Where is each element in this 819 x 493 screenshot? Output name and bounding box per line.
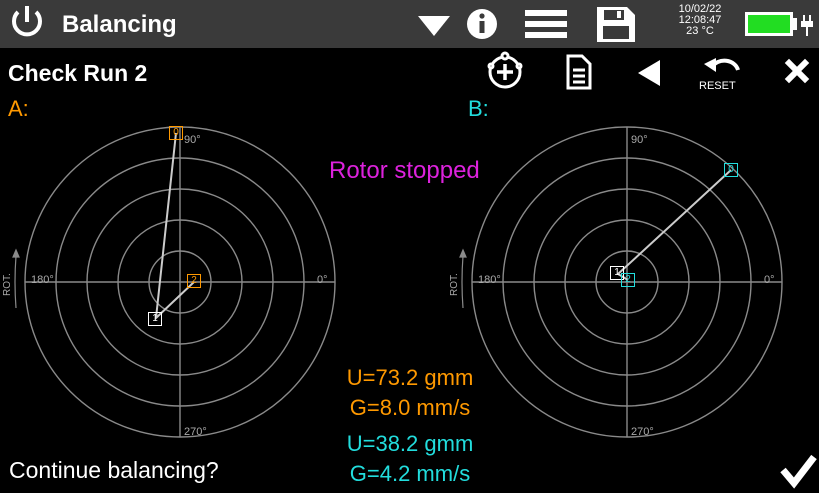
vector-path-a	[154, 132, 195, 321]
continue-prompt: Continue balancing?	[9, 457, 219, 483]
plane-a-axis-90: 90°	[184, 134, 201, 146]
plane-b-result-g: G=4.2 mm/s	[349, 461, 471, 486]
plane-a-result-g: G=8.0 mm/s	[349, 395, 471, 420]
add-rotor-icon[interactable]	[487, 51, 523, 89]
power-icon[interactable]	[12, 6, 42, 37]
document-icon[interactable]	[566, 54, 592, 90]
rot-arrow-b	[459, 248, 467, 309]
plane-a-result-u: U=73.2 gmm	[346, 365, 474, 390]
plane-b-result-u: U=38.2 gmm	[346, 431, 474, 456]
info-icon[interactable]	[467, 9, 497, 39]
reset-icon[interactable]	[704, 58, 740, 72]
vector-path-b	[616, 169, 732, 281]
back-icon[interactable]	[638, 60, 660, 86]
confirm-check-icon[interactable]	[780, 454, 817, 489]
datetime-block: 10/02/22 12:08:47 23 °C	[665, 4, 735, 37]
reset-label[interactable]: RESET	[699, 80, 736, 92]
temperature-text: 23 °C	[686, 25, 714, 37]
plane-b-axis-180: 180°	[478, 274, 501, 286]
battery-icon	[745, 12, 797, 36]
polar-plot-a	[24, 126, 336, 438]
plane-a-label: A:	[8, 96, 29, 121]
plane-a-marker-0: 0	[169, 126, 183, 140]
close-icon[interactable]	[784, 58, 810, 84]
rotor-status: Rotor stopped	[329, 157, 480, 184]
run-title: Check Run 2	[8, 60, 148, 86]
plane-a-axis-0: 0°	[317, 274, 328, 286]
plane-a-axis-180: 180°	[31, 274, 54, 286]
plug-icon	[801, 15, 813, 36]
plane-b-rot-label: ROT.	[449, 273, 460, 296]
app-title: Balancing	[62, 11, 177, 38]
dropdown-triangle-icon[interactable]	[418, 16, 450, 36]
save-icon[interactable]	[597, 7, 635, 42]
plane-a-marker-2: 2	[187, 274, 201, 288]
plane-b-marker-2: 2	[621, 273, 635, 287]
plane-b-label: B:	[468, 96, 489, 121]
rot-arrow-a	[12, 248, 20, 309]
plane-a-rot-label: ROT.	[2, 273, 13, 296]
plane-a-axis-270: 270°	[184, 426, 207, 438]
menu-icon[interactable]	[525, 10, 567, 38]
plane-a-marker-1: 1	[148, 312, 162, 326]
plane-b-marker-0: 0	[724, 163, 738, 177]
plane-b-axis-270: 270°	[631, 426, 654, 438]
plane-b-axis-0: 0°	[764, 274, 775, 286]
plane-b-axis-90: 90°	[631, 134, 648, 146]
